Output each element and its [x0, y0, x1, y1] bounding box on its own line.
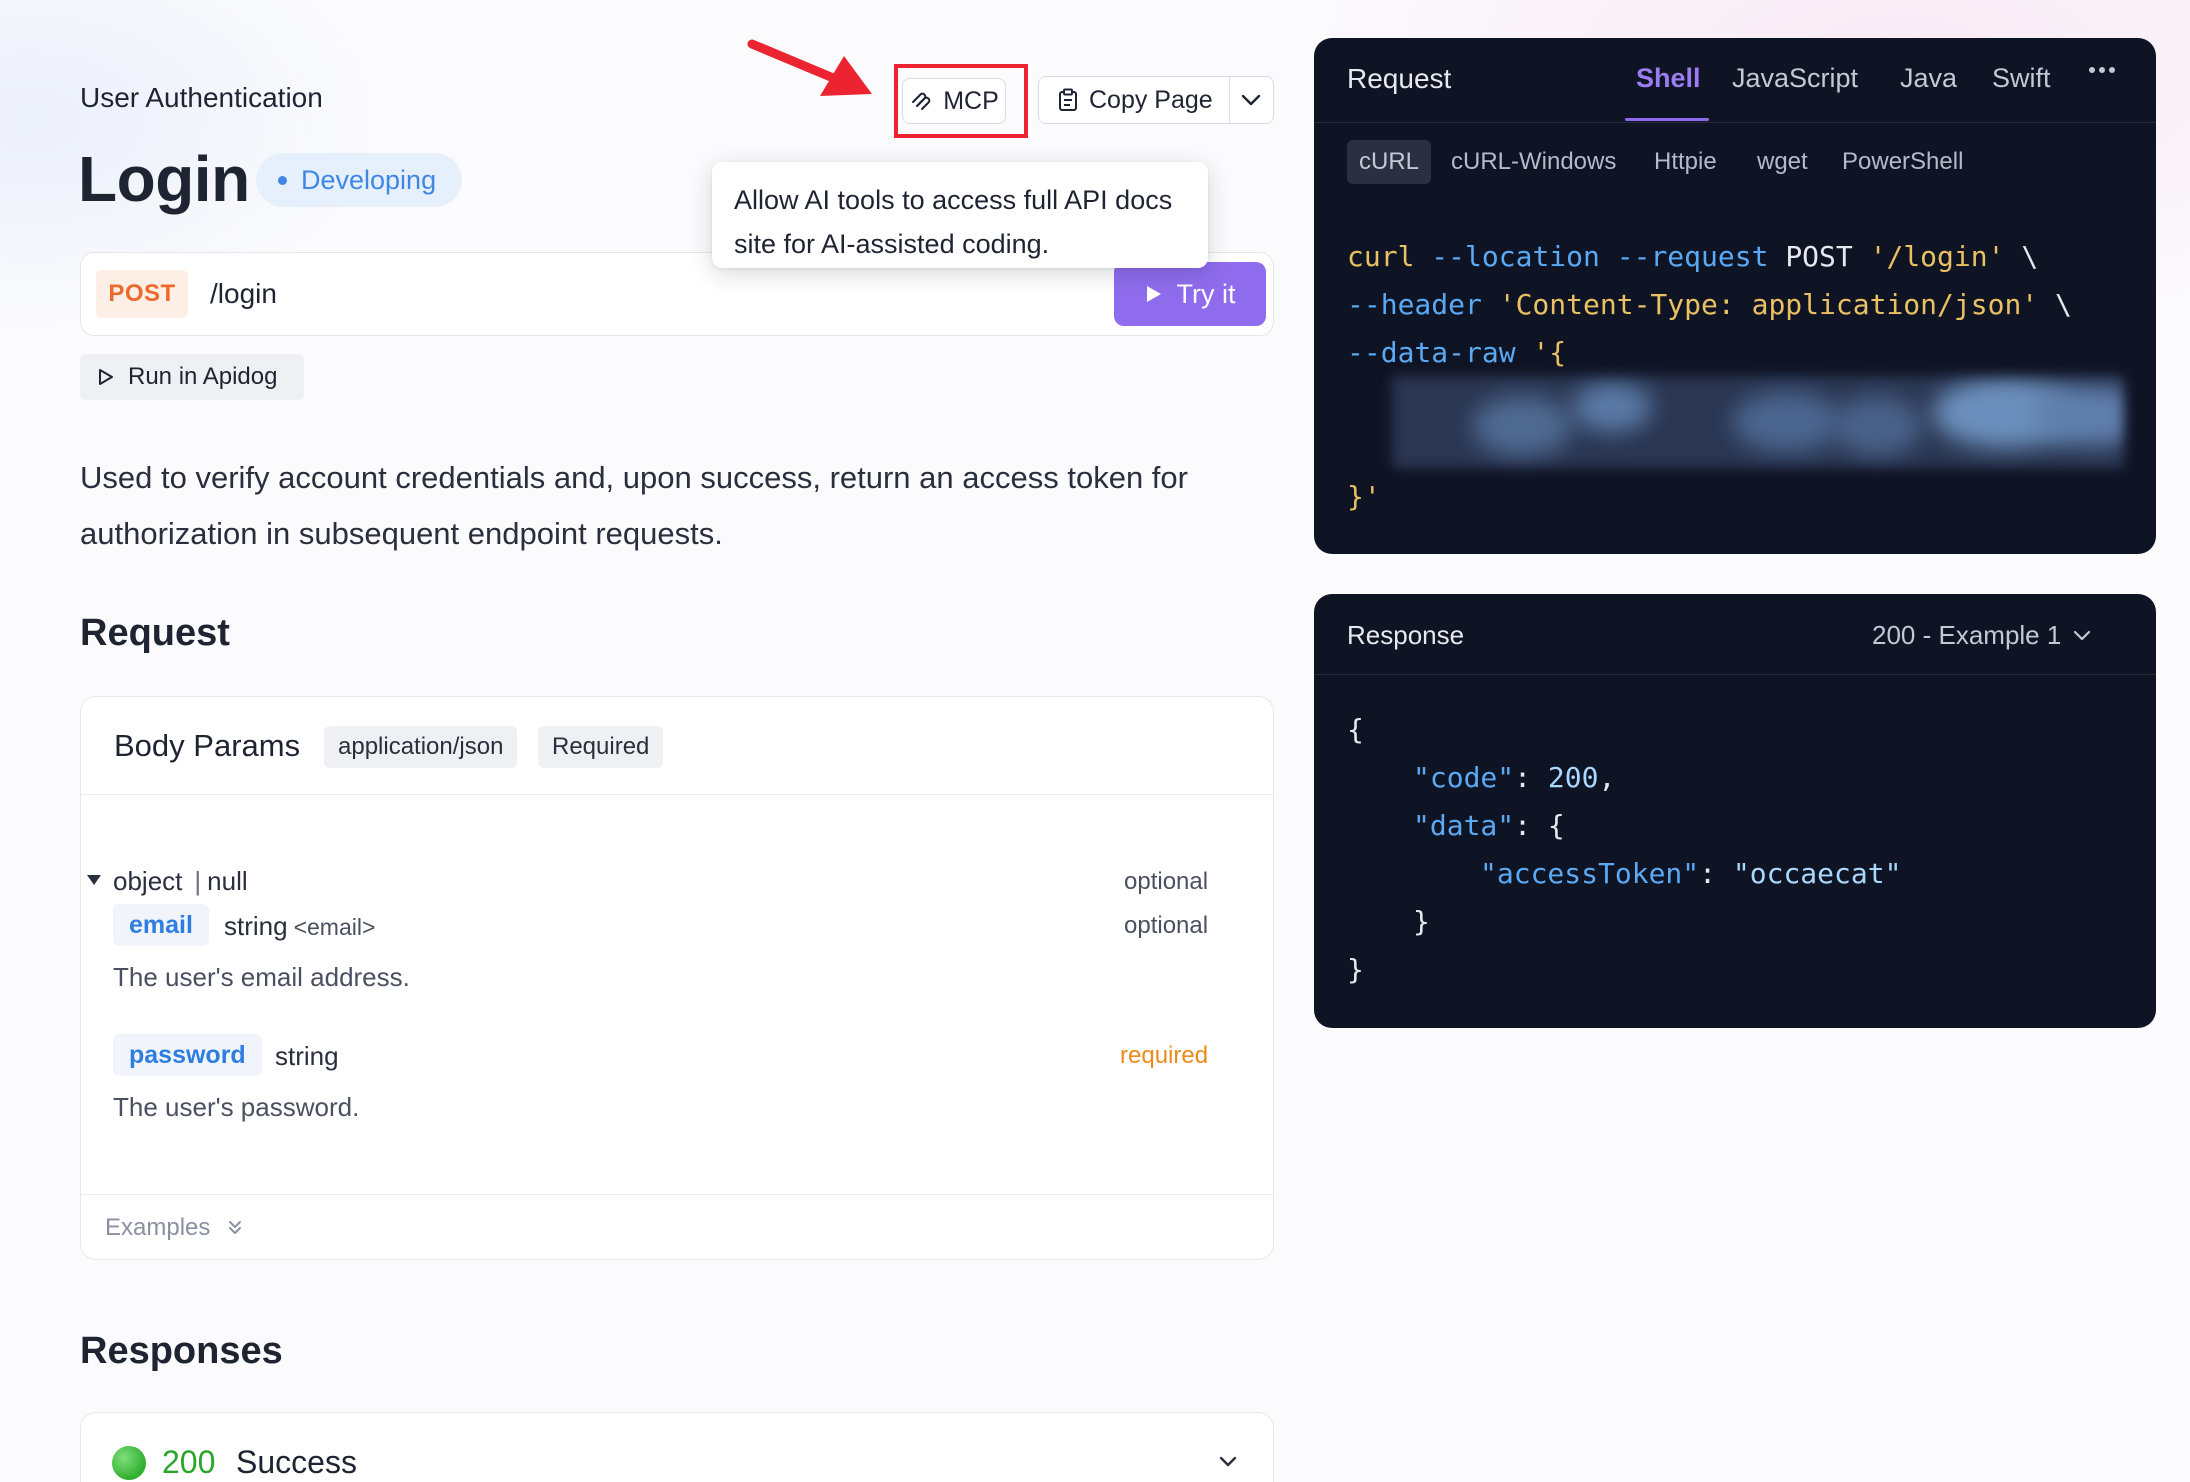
copy-page-button[interactable]: Copy Page	[1039, 77, 1229, 123]
response-panel-divider	[1314, 674, 2156, 675]
schema-separator: |	[194, 866, 202, 896]
code-panel-title: Request	[1347, 63, 1452, 94]
mcp-label: MCP	[943, 86, 999, 115]
double-chevron-down-icon	[229, 1221, 242, 1234]
mcp-tooltip: Allow AI tools to access full API docs s…	[712, 162, 1208, 268]
code-line-3: --data-raw '{	[1347, 336, 1567, 369]
client-tab-curl[interactable]: cURL	[1347, 140, 1432, 184]
json-data-close: }	[1413, 905, 1430, 938]
try-it-label: Try it	[1176, 278, 1236, 309]
success-status-icon	[112, 1446, 146, 1480]
code-panel-divider	[1314, 122, 2156, 123]
schema-optional-label: optional	[1124, 868, 1209, 895]
field-name-password: password	[113, 1034, 262, 1076]
json-line-data: "data": {	[1413, 809, 1565, 842]
json-line-token: "accessToken": "occaecat"	[1480, 857, 1902, 890]
card-footer-divider	[81, 1194, 1273, 1195]
status-dot-icon	[278, 175, 287, 185]
response-code: 200	[162, 1444, 216, 1480]
json-open: {	[1347, 713, 1364, 746]
copy-page-group: Copy Page	[1038, 76, 1274, 124]
client-tab-powershell[interactable]: PowerShell	[1842, 140, 1963, 184]
client-tab-curl-windows[interactable]: cURL-Windows	[1451, 140, 1616, 184]
code-line-1: curl --location --request POST '/login' …	[1347, 240, 2039, 273]
copy-options-button[interactable]	[1230, 77, 1273, 123]
field-name-email: email	[113, 904, 209, 946]
chevron-down-icon	[1242, 94, 1261, 106]
clipboard-icon	[1059, 88, 1077, 111]
chevron-down-icon[interactable]	[1218, 1456, 1238, 1468]
response-label: Success	[236, 1444, 357, 1480]
client-tab-httpie[interactable]: Httpie	[1654, 140, 1717, 184]
method-badge: POST	[96, 270, 188, 318]
field-type-email: string <email>	[224, 911, 375, 942]
tab-shell[interactable]: Shell	[1636, 63, 1701, 94]
tab-java[interactable]: Java	[1900, 63, 1957, 94]
schema-type-label: object	[113, 866, 183, 896]
request-heading: Request	[80, 612, 230, 654]
card-divider	[81, 794, 1273, 795]
field-requirement-email: optional	[1124, 912, 1209, 939]
field-type-label: string	[224, 911, 288, 941]
tooltip-line-1: Allow AI tools to access full API docs	[734, 185, 1173, 215]
chevron-down-icon	[2074, 630, 2091, 640]
copy-page-label: Copy Page	[1089, 85, 1213, 114]
body-params-title: Body Params	[114, 728, 301, 763]
status-badge: Developing	[256, 153, 463, 207]
field-format-label: <email>	[293, 914, 376, 940]
json-close: }	[1347, 953, 1364, 986]
active-tab-underline	[1625, 118, 1709, 121]
client-tab-wget[interactable]: wget	[1757, 140, 1808, 184]
run-in-apidog-button[interactable]: Run in Apidog	[80, 354, 304, 400]
example-select[interactable]: 200 - Example 1	[1872, 620, 2091, 651]
schema-nullable: null	[207, 866, 248, 896]
page-title: Login	[78, 143, 250, 215]
response-panel-title: Response	[1347, 620, 1465, 650]
content-type-tag: application/json	[324, 726, 518, 768]
try-it-button[interactable]: Try it	[1114, 262, 1266, 326]
run-in-apidog-label: Run in Apidog	[128, 363, 278, 390]
breadcrumb[interactable]: User Authentication	[80, 82, 323, 114]
mcp-button[interactable]: MCP	[902, 78, 1006, 124]
schema-type: object | null	[113, 866, 248, 897]
endpoint-description: Used to verify account credentials and, …	[80, 460, 1188, 551]
required-tag: Required	[538, 726, 664, 768]
endpoint-path: /login	[210, 278, 277, 309]
annotation-arrow-icon	[747, 39, 872, 96]
more-icon[interactable]	[2088, 66, 2116, 74]
field-description-password: The user's password.	[113, 1092, 360, 1122]
play-outline-icon	[99, 369, 113, 385]
tooltip-line-2: site for AI-assisted coding.	[734, 229, 1050, 259]
status-label: Developing	[301, 164, 437, 195]
field-description-email: The user's email address.	[113, 962, 410, 992]
code-line-2: --header 'Content-Type: application/json…	[1347, 288, 2072, 321]
field-requirement-password: required	[1120, 1042, 1209, 1069]
play-icon	[1146, 286, 1161, 302]
examples-label: Examples	[105, 1214, 211, 1241]
field-type-password: string	[275, 1041, 339, 1071]
redacted-code-block	[1392, 376, 2124, 468]
json-line-code: "code": 200,	[1413, 761, 1616, 794]
tab-javascript[interactable]: JavaScript	[1732, 63, 1858, 94]
example-select-label: 200 - Example 1	[1872, 620, 2062, 650]
mcp-icon	[912, 92, 931, 110]
tab-swift[interactable]: Swift	[1992, 63, 2051, 94]
code-line-close: }'	[1347, 480, 1381, 513]
caret-down-icon[interactable]	[86, 873, 102, 887]
examples-toggle[interactable]: Examples	[105, 1214, 242, 1242]
responses-heading: Responses	[80, 1330, 283, 1372]
